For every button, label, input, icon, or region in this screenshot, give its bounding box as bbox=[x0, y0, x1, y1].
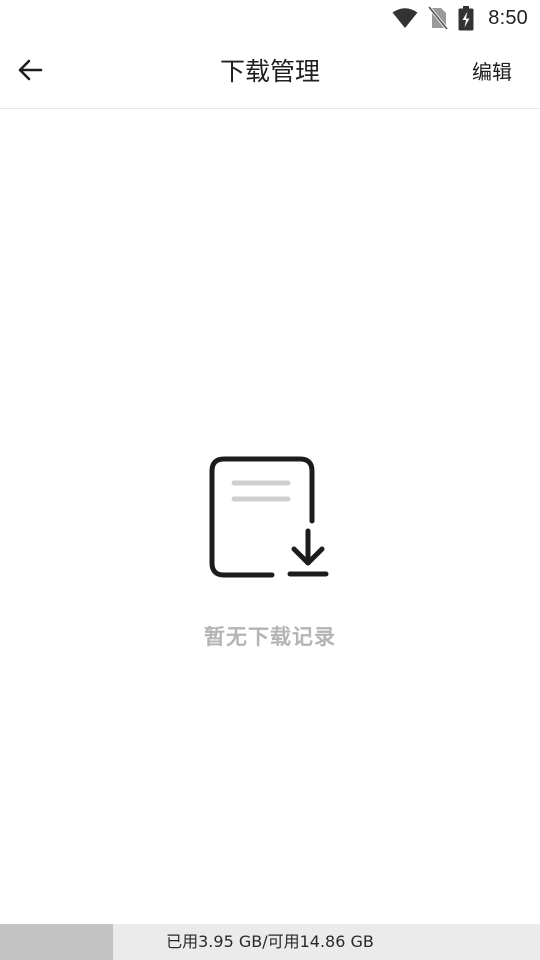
storage-text: 已用3.95 GB/可用14.86 GB bbox=[166, 932, 374, 951]
storage-bar: 已用3.95 GB/可用14.86 GB bbox=[0, 924, 540, 960]
empty-message: 暂无下载记录 bbox=[204, 625, 336, 649]
battery-charging-icon bbox=[458, 5, 474, 31]
no-sim-icon bbox=[428, 6, 449, 30]
app-bar: 下载管理 编辑 bbox=[0, 36, 540, 109]
status-icons: 8:50 bbox=[392, 5, 528, 31]
status-time: 8:50 bbox=[488, 6, 528, 29]
back-button[interactable] bbox=[10, 52, 50, 92]
download-document-icon bbox=[208, 455, 332, 579]
page-title: 下载管理 bbox=[219, 57, 320, 86]
arrow-left-icon bbox=[16, 56, 44, 88]
wifi-icon bbox=[392, 7, 418, 29]
status-bar: 8:50 bbox=[0, 0, 540, 36]
edit-button[interactable]: 编辑 bbox=[472, 56, 512, 88]
